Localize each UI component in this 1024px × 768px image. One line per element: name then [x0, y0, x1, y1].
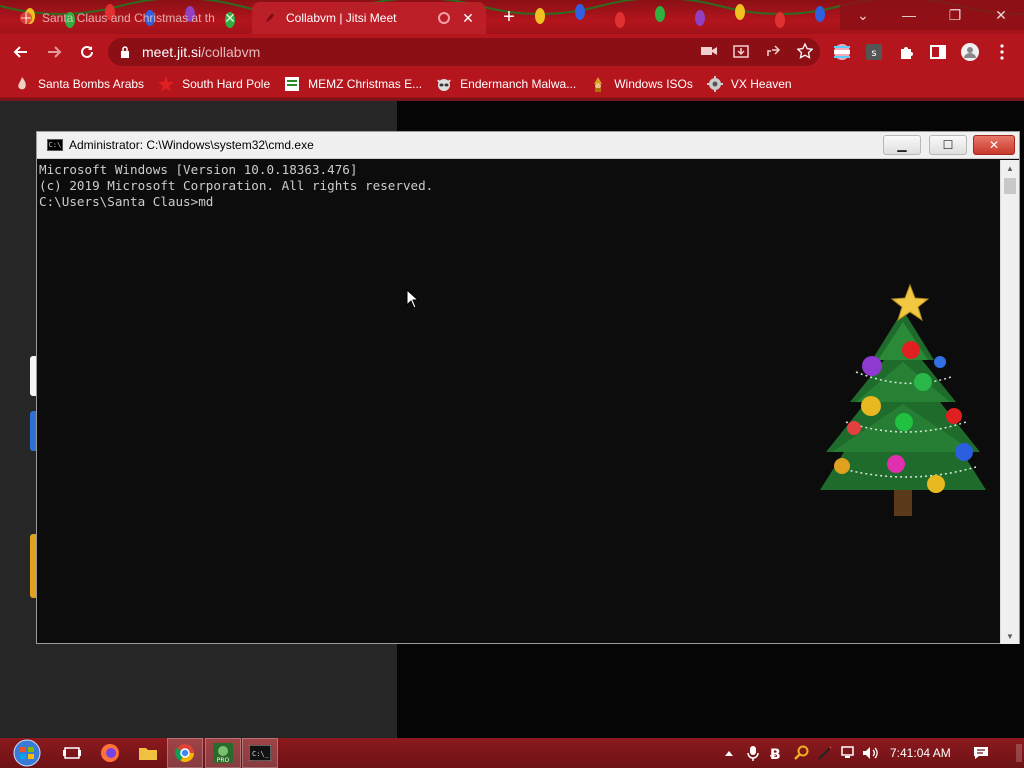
bookmarks-bar: Santa Bombs Arabs South Hard Pole MEMZ C…: [0, 70, 1024, 98]
bookmark-endermanch[interactable]: Endermanch Malwa...: [436, 76, 576, 92]
install-icon[interactable]: [732, 42, 750, 60]
start-orb-icon[interactable]: [6, 738, 48, 768]
raccoon-icon: [436, 76, 452, 92]
forward-button[interactable]: [42, 40, 66, 64]
firefox-icon[interactable]: [92, 738, 128, 768]
back-button[interactable]: [9, 40, 33, 64]
share-icon[interactable]: [764, 42, 782, 60]
lock-icon[interactable]: [118, 45, 132, 59]
console-line: Microsoft Windows [Version 10.0.18363.47…: [39, 162, 358, 177]
svg-text:Ƀ: Ƀ: [770, 747, 781, 761]
cmd-icon: C:\: [47, 139, 63, 151]
close-icon[interactable]: ✕: [222, 10, 238, 26]
cmd-scrollbar[interactable]: ▲ ▼: [1000, 160, 1019, 644]
svg-text:C:\_: C:\_: [252, 750, 270, 758]
cmd-title-text: Administrator: C:\Windows\system32\cmd.e…: [69, 138, 314, 152]
puzzle-icon[interactable]: [896, 42, 916, 62]
restore-button[interactable]: ❐: [932, 0, 978, 30]
bookmark-label: MEMZ Christmas E...: [308, 76, 423, 91]
scroll-down-icon[interactable]: ▼: [1001, 628, 1019, 644]
gnome-icon: [590, 76, 606, 92]
magnifier-icon[interactable]: [792, 744, 810, 762]
cmd-maximize-button[interactable]: ☐: [929, 135, 967, 155]
gear-icon: [706, 75, 723, 92]
t-app-icon[interactable]: Ƀ: [768, 744, 786, 762]
cmd-minimize-button[interactable]: ▁: [883, 135, 921, 155]
jitsi-favicon-icon: [262, 10, 278, 26]
bookmark-south-hard-pole[interactable]: South Hard Pole: [158, 75, 271, 92]
chrome-icon[interactable]: [167, 738, 203, 768]
windows-taskbar: PRO C:\_ Ƀ 7:41:04 AM: [0, 738, 1024, 768]
document-icon: [284, 76, 300, 92]
flame-icon: [14, 76, 30, 92]
bookmark-label: VX Heaven: [730, 76, 792, 91]
console-line: (c) 2019 Microsoft Corporation. All righ…: [39, 178, 434, 193]
minimize-button[interactable]: —: [886, 0, 932, 30]
close-icon[interactable]: ✕: [460, 10, 476, 26]
url-host: meet.jit.si: [142, 44, 202, 60]
svg-text:PRO: PRO: [217, 757, 230, 764]
show-desktop-button[interactable]: [1016, 744, 1022, 762]
profile-avatar-icon[interactable]: [960, 42, 980, 62]
browser-toolbar: meet.jit.si/collabvm s: [0, 34, 1024, 70]
tab-collabvm[interactable]: Collabvm | Jitsi Meet ✕: [252, 2, 486, 34]
pen-icon[interactable]: [816, 744, 834, 762]
menu-kebab-icon[interactable]: [992, 42, 1012, 62]
url-text: meet.jit.si/collabvm: [142, 44, 260, 60]
bookmark-santa-bombs[interactable]: Santa Bombs Arabs: [14, 76, 144, 92]
flag-extension-icon[interactable]: [832, 42, 852, 62]
action-center-icon[interactable]: [972, 744, 990, 762]
cmd-title-bar[interactable]: C:\ Administrator: C:\Windows\system32\c…: [37, 132, 1019, 159]
mouse-cursor-icon: [406, 289, 420, 309]
bookmark-label: Santa Bombs Arabs: [38, 76, 145, 91]
red-star-icon: [158, 75, 175, 92]
cmd-close-button[interactable]: ✕: [973, 135, 1015, 155]
tab-search-icon[interactable]: ⌄: [840, 0, 886, 30]
bookmark-label: Endermanch Malwa...: [460, 76, 577, 91]
folder-icon[interactable]: [130, 738, 166, 768]
s-extension-icon[interactable]: s: [864, 42, 884, 62]
camera-icon[interactable]: [700, 42, 718, 60]
bookmark-star-icon[interactable]: [796, 42, 814, 60]
game-pro-icon[interactable]: PRO: [205, 738, 241, 768]
tab-title: Collabvm | Jitsi Meet: [286, 11, 397, 25]
bookmark-memz-christmas[interactable]: MEMZ Christmas E...: [284, 76, 422, 92]
tab-santa-claus[interactable]: Santa Claus and Christmas at th ✕: [8, 2, 248, 34]
volume-icon[interactable]: [862, 744, 880, 762]
address-bar[interactable]: meet.jit.si/collabvm: [108, 38, 820, 66]
globe-favicon-icon: [18, 10, 34, 26]
tab-strip: Santa Claus and Christmas at th ✕ Collab…: [0, 0, 1024, 34]
bookmark-windows-isos[interactable]: Windows ISOs: [590, 76, 693, 92]
task-view-icon[interactable]: [54, 738, 90, 768]
show-hidden-icons-icon[interactable]: [720, 744, 738, 762]
bookmark-label: Windows ISOs: [614, 76, 693, 91]
cmd-icon[interactable]: C:\_: [242, 738, 278, 768]
christmas-tree-decoration: [820, 283, 986, 516]
svg-text:s: s: [871, 48, 876, 59]
bookmark-label: South Hard Pole: [182, 76, 271, 91]
taskbar-clock[interactable]: 7:41:04 AM: [890, 738, 951, 768]
scroll-up-icon[interactable]: ▲: [1001, 160, 1019, 176]
tab-title: Santa Claus and Christmas at th: [42, 11, 215, 25]
side-panel-icon[interactable]: [928, 42, 948, 62]
new-tab-button[interactable]: +: [498, 6, 520, 28]
microphone-icon[interactable]: [744, 744, 762, 762]
url-path: /collabvm: [201, 44, 261, 60]
recording-indicator-icon: [438, 12, 450, 24]
scroll-thumb[interactable]: [1004, 178, 1016, 194]
reload-button[interactable]: [75, 40, 99, 64]
bookmark-vx-heaven[interactable]: VX Heaven: [706, 75, 792, 92]
close-window-button[interactable]: ✕: [978, 0, 1024, 30]
network-icon[interactable]: [840, 744, 858, 762]
console-prompt-line[interactable]: C:\Users\Santa Claus>md: [39, 194, 999, 210]
